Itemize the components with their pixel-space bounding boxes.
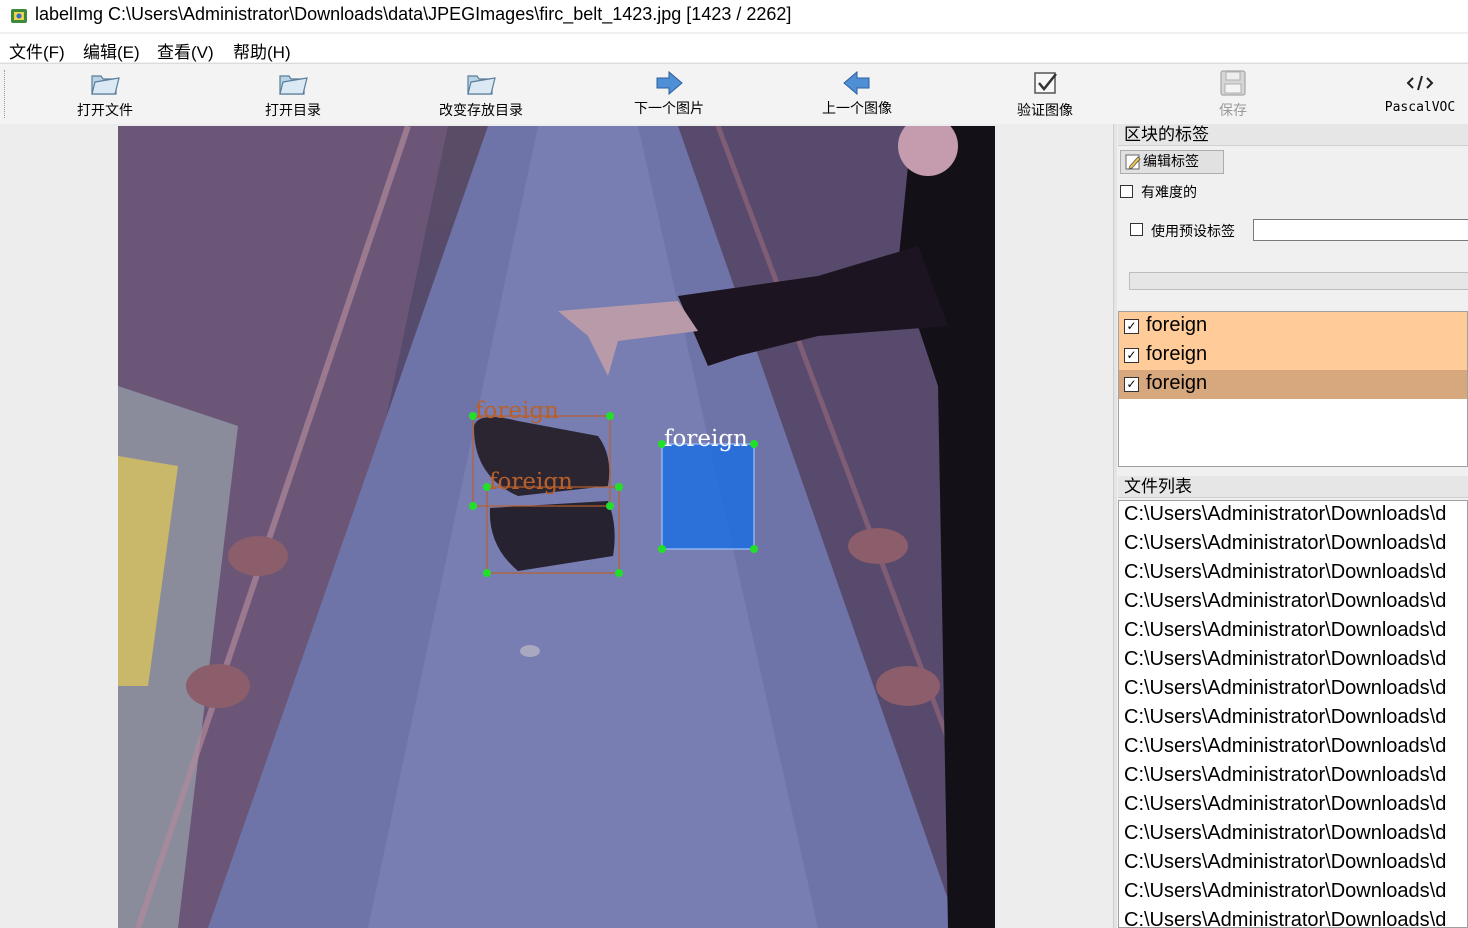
open-folder-icon xyxy=(467,75,496,95)
file-list-item[interactable]: C:\Users\Administrator\Downloads\d xyxy=(1124,909,1467,927)
use-default-label-text: 使用预设标签 xyxy=(1151,224,1235,240)
labels-dock-title: 区块的标签 xyxy=(1118,124,1468,146)
bounding-box[interactable] xyxy=(486,486,620,574)
file-list-item[interactable]: C:\Users\Administrator\Downloads\d xyxy=(1124,851,1467,880)
file-list-item[interactable]: C:\Users\Administrator\Downloads\d xyxy=(1124,793,1467,822)
menu-file[interactable]: 文件(F) xyxy=(9,38,65,63)
label-item-text: foreign xyxy=(1146,343,1208,365)
format-label: PascalVOC xyxy=(1384,100,1456,115)
file-list-item[interactable]: C:\Users\Administrator\Downloads\d xyxy=(1124,503,1467,532)
label-list-item[interactable]: ✓ foreign xyxy=(1119,341,1467,370)
arrow-right-icon xyxy=(656,70,683,96)
open-file-label: 打开文件 xyxy=(77,103,133,119)
file-list-item[interactable]: C:\Users\Administrator\Downloads\d xyxy=(1124,706,1467,735)
label-item-checkbox[interactable]: ✓ xyxy=(1124,377,1139,392)
edit-pencil-icon xyxy=(1125,154,1141,170)
format-toggle-button[interactable]: PascalVOC xyxy=(1360,64,1468,124)
save-button[interactable]: 保存 xyxy=(1173,64,1293,124)
edit-label-button[interactable]: 编辑标签 xyxy=(1120,150,1224,174)
default-label-input[interactable] xyxy=(1253,219,1468,241)
verify-check-icon xyxy=(1034,72,1057,94)
app-icon xyxy=(11,9,27,23)
verify-image-label: 验证图像 xyxy=(1017,103,1073,119)
label-item-text: foreign xyxy=(1146,314,1208,336)
window-title: labelImg C:\Users\Administrator\Download… xyxy=(35,4,792,24)
use-default-label-checkbox[interactable] xyxy=(1130,223,1143,236)
next-image-label: 下一个图片 xyxy=(634,101,704,117)
box-label-text: foreign xyxy=(489,469,573,495)
right-panel: 区块的标签 编辑标签 有难度的 使用预设标签 ✓ foreign ✓ forei… xyxy=(1117,124,1468,928)
title-bar: labelImg C:\Users\Administrator\Download… xyxy=(0,0,1468,32)
file-list-dock-title: 文件列表 xyxy=(1118,476,1468,498)
file-list[interactable]: C:\Users\Administrator\Downloads\d C:\Us… xyxy=(1118,500,1468,928)
edit-label-text: 编辑标签 xyxy=(1143,154,1199,170)
verify-image-button[interactable]: 验证图像 xyxy=(985,64,1105,124)
label-combo-box[interactable] xyxy=(1129,272,1468,290)
file-list-item[interactable]: C:\Users\Administrator\Downloads\d xyxy=(1124,764,1467,793)
open-folder-icon xyxy=(91,75,120,95)
next-image-button[interactable]: 下一个图片 xyxy=(609,64,729,124)
annotation-layer[interactable]: foreign foreign foreign xyxy=(118,126,995,928)
bounding-box-selected[interactable] xyxy=(661,443,755,550)
toolbar: 打开文件 打开目录 改变存放目录 下一个图片 上一个图像 验证图像 保存 Pas… xyxy=(0,63,1468,125)
label-list[interactable]: ✓ foreign ✓ foreign ✓ foreign xyxy=(1118,311,1468,467)
box-label-text: foreign xyxy=(475,398,559,424)
menu-bar: 文件(F) 编辑(E) 查看(V) 帮助(H) xyxy=(0,34,1468,62)
label-item-text: foreign xyxy=(1146,372,1208,394)
file-list-item[interactable]: C:\Users\Administrator\Downloads\d xyxy=(1124,648,1467,677)
menu-help[interactable]: 帮助(H) xyxy=(233,38,291,63)
file-list-item[interactable]: C:\Users\Administrator\Downloads\d xyxy=(1124,532,1467,561)
file-list-item[interactable]: C:\Users\Administrator\Downloads\d xyxy=(1124,677,1467,706)
change-save-dir-label: 改变存放目录 xyxy=(439,103,523,119)
label-list-item[interactable]: ✓ foreign xyxy=(1119,312,1467,341)
prev-image-button[interactable]: 上一个图像 xyxy=(797,64,917,124)
label-item-checkbox[interactable]: ✓ xyxy=(1124,319,1139,334)
change-save-dir-button[interactable]: 改变存放目录 xyxy=(421,64,541,124)
difficult-label: 有难度的 xyxy=(1141,185,1197,201)
file-list-item[interactable]: C:\Users\Administrator\Downloads\d xyxy=(1124,619,1467,648)
open-dir-button[interactable]: 打开目录 xyxy=(233,64,353,124)
save-disk-icon xyxy=(1220,70,1246,96)
menu-edit[interactable]: 编辑(E) xyxy=(83,38,140,63)
code-tag-icon xyxy=(1406,75,1434,91)
open-file-button[interactable]: 打开文件 xyxy=(45,64,165,124)
arrow-left-icon xyxy=(843,70,870,96)
open-folder-icon xyxy=(279,75,308,95)
prev-image-label: 上一个图像 xyxy=(822,101,892,117)
file-list-item[interactable]: C:\Users\Administrator\Downloads\d xyxy=(1124,880,1467,909)
image-canvas[interactable]: foreign foreign foreign xyxy=(118,126,995,928)
file-list-item[interactable]: C:\Users\Administrator\Downloads\d xyxy=(1124,590,1467,619)
file-list-item[interactable]: C:\Users\Administrator\Downloads\d xyxy=(1124,735,1467,764)
menu-view[interactable]: 查看(V) xyxy=(157,38,214,63)
file-list-item[interactable]: C:\Users\Administrator\Downloads\d xyxy=(1124,561,1467,590)
box-label-text: foreign xyxy=(664,426,748,452)
canvas-area[interactable]: foreign foreign foreign xyxy=(0,124,1113,928)
file-list-item[interactable]: C:\Users\Administrator\Downloads\d xyxy=(1124,822,1467,851)
difficult-checkbox[interactable] xyxy=(1120,185,1133,198)
toolbar-grip xyxy=(4,70,7,118)
label-list-item-selected[interactable]: ✓ foreign xyxy=(1119,370,1467,399)
open-dir-label: 打开目录 xyxy=(265,103,321,119)
label-item-checkbox[interactable]: ✓ xyxy=(1124,348,1139,363)
save-label: 保存 xyxy=(1219,103,1247,119)
